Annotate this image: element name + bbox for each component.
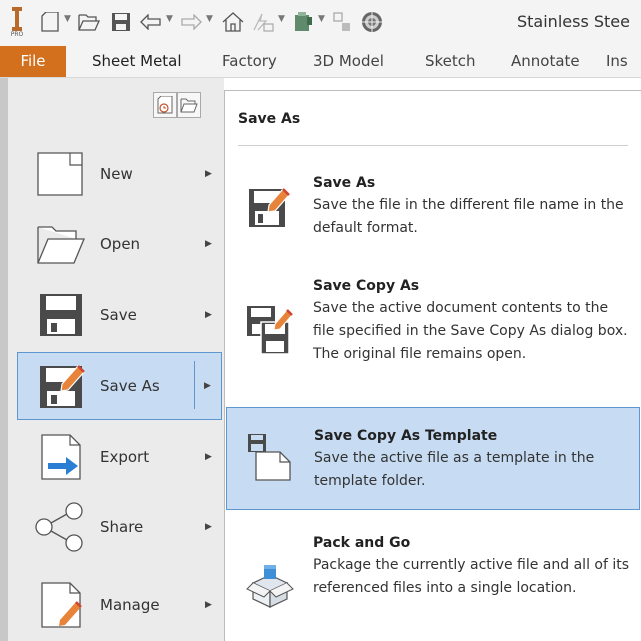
recent-documents-icon[interactable] [153,92,177,118]
submenu-divider [238,145,628,146]
menu-item-label: Save As [100,377,160,395]
option-title: Save Copy As Template [314,428,498,444]
save-icon[interactable] [110,10,132,34]
update-icon[interactable] [252,10,274,34]
tab-file[interactable]: File [0,46,66,77]
undo-dropdown-arrow[interactable]: ▼ [166,14,173,24]
option-save-copy-as-template[interactable]: Save Copy As Template Save the active fi… [226,407,640,510]
submenu-arrow-icon: ▶ [205,522,212,532]
option-title: Save As [313,175,376,191]
submenu-arrow-icon: ▶ [205,239,212,249]
undo-icon[interactable] [140,10,162,34]
option-pack-and-go[interactable]: Pack and Go Package the currently active… [225,531,641,631]
split-divider [194,361,195,409]
menu-item-share[interactable]: Share ▶ [18,495,223,559]
redo-dropdown-arrow[interactable]: ▼ [206,14,213,24]
option-title: Pack and Go [313,535,411,551]
redo-icon[interactable] [180,10,202,34]
option-save-copy-as[interactable]: Save Copy As Save the active document co… [225,274,641,386]
new-document-icon [34,149,86,199]
inventor-logo-icon[interactable]: PRO [6,4,28,42]
menu-item-open[interactable]: Open ▶ [18,212,223,276]
color-wheel-icon[interactable] [360,10,384,34]
share-icon [34,502,86,552]
document-title: Stainless Stee [517,12,630,31]
open-folder-icon [34,219,86,269]
tab-sheet-metal[interactable]: Sheet Metal [92,46,182,77]
submenu-arrow-icon: ▶ [205,310,212,320]
menu-item-label: Share [100,518,144,536]
option-description: Save the active document contents to the… [313,300,628,362]
option-save-as[interactable]: Save As Save the file in the different f… [225,171,641,251]
option-description: Package the currently active file and al… [313,557,630,596]
save-as-icon [245,183,295,233]
menu-item-save-as[interactable]: Save As ▶ [17,352,222,420]
menu-item-label: Manage [100,596,160,614]
submenu-arrow-icon: ▶ [205,452,212,462]
submenu-arrow-icon[interactable]: ▶ [204,353,211,419]
submenu-arrow-icon: ▶ [205,169,212,179]
menu-item-label: New [100,165,133,183]
manage-icon [34,580,86,630]
menu-item-save[interactable]: Save ▶ [18,283,223,347]
menu-item-manage[interactable]: Manage ▶ [18,573,223,637]
submenu-title: Save As [238,111,301,127]
pack-and-go-icon [245,563,295,613]
save-as-icon [34,362,86,412]
material-icon[interactable] [332,10,352,34]
menu-item-label: Save [100,306,137,324]
menu-item-new[interactable]: New ▶ [18,142,223,206]
tab-3d-model[interactable]: 3D Model [313,46,384,77]
new-file-icon[interactable] [40,10,60,34]
tab-annotate[interactable]: Annotate [511,46,580,77]
export-icon [34,432,86,482]
ribbon-tab-bar: File Sheet Metal Factory 3D Model Sketch… [0,46,641,78]
file-menu-tools [153,92,201,118]
appearance-dropdown-arrow[interactable]: ▼ [318,14,325,24]
option-title: Save Copy As [313,278,420,294]
option-description: Save the file in the different file name… [313,197,624,236]
open-folder-icon[interactable] [78,10,100,34]
quick-access-toolbar: PRO ▼ ▼ ▼ ▼ ▼ Stainless Stee [0,0,641,46]
menu-item-export[interactable]: Export ▶ [18,425,223,489]
save-template-icon [246,430,296,481]
home-icon[interactable] [222,10,244,34]
save-as-submenu: Save As Save As Save the file in the dif… [224,90,641,641]
open-documents-icon[interactable] [177,92,201,118]
appearance-icon[interactable] [292,10,314,34]
tab-insert[interactable]: Ins [606,46,628,77]
tab-factory[interactable]: Factory [222,46,277,77]
file-menu: New ▶ Open ▶ Save ▶ Save As ▶ Export ▶ S… [0,78,224,641]
submenu-arrow-icon: ▶ [205,600,212,610]
save-disk-icon [34,290,86,340]
update-dropdown-arrow[interactable]: ▼ [278,14,285,24]
menu-item-label: Export [100,448,150,466]
option-description: Save the active file as a template in th… [314,450,595,489]
save-copy-as-icon [245,304,295,355]
menu-item-label: Open [100,235,141,253]
new-dropdown-arrow[interactable]: ▼ [64,14,71,24]
pro-badge: PRO [10,31,24,38]
tab-sketch[interactable]: Sketch [425,46,476,77]
